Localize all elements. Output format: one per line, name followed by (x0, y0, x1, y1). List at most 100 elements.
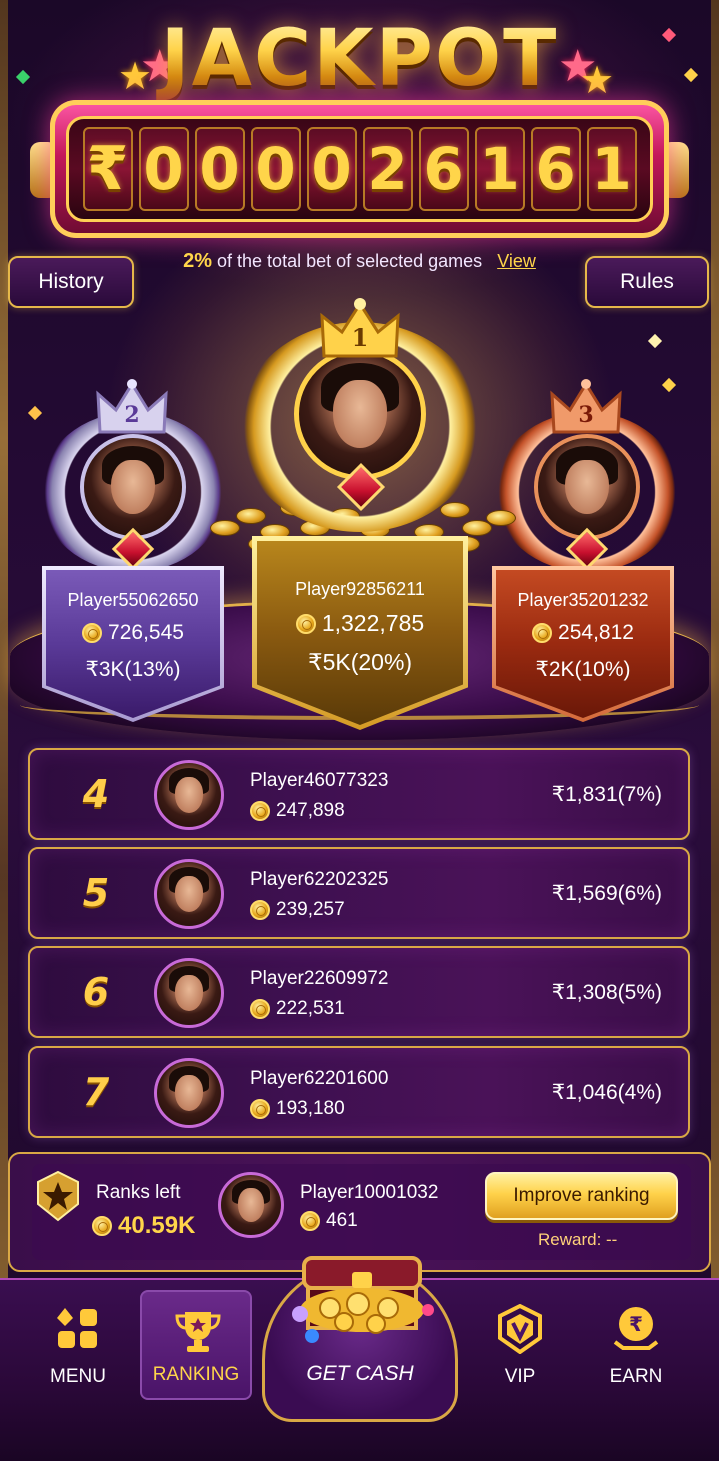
counter-digit: 0 (194, 127, 245, 211)
my-reward-text: Reward: -- (538, 1230, 618, 1249)
player-name: Player92856211 (295, 579, 425, 599)
player-coins: 222,531 (250, 998, 345, 1020)
rank-number: 5 (82, 871, 110, 915)
vip-badge-icon (498, 1304, 542, 1354)
ranks-left-number: 40.59K (118, 1212, 196, 1239)
player-name: Player35201232 (517, 590, 649, 610)
podium-rank-3: 3 (578, 402, 594, 428)
player-coins: 193,180 (250, 1098, 345, 1120)
counter-digit: 0 (306, 127, 357, 211)
avatar (154, 760, 224, 830)
player-reward: ₹3K(13%) (85, 658, 181, 681)
my-avatar (218, 1172, 284, 1238)
coin-icon (250, 1099, 270, 1119)
coin-icon (92, 1216, 112, 1236)
coins-value: 239,257 (276, 899, 345, 920)
podium-rank-2: 2 (124, 402, 140, 428)
avatar (534, 434, 640, 540)
coin-icon (250, 900, 270, 920)
nav-vip-label: VIP (504, 1366, 536, 1387)
rank-number: 7 (82, 1070, 110, 1114)
podium-rank-1: 1 (351, 322, 369, 352)
player-name: Player55062650 (67, 590, 199, 610)
coin-icon (82, 623, 103, 643)
counter-digit: 6 (418, 127, 469, 211)
subtitle-text: of the total bet of selected games (217, 251, 483, 271)
nav-menu-label: MENU (50, 1366, 106, 1387)
get-cash-label[interactable]: GET CASH (262, 1362, 458, 1386)
jackpot-counter: ₹ 0 0 0 0 2 6 1 6 1 (66, 116, 653, 222)
coin-icon (250, 999, 270, 1019)
svg-text:₹: ₹ (629, 1312, 643, 1336)
coins-value: 222,531 (276, 998, 345, 1019)
coins-value: 254,812 (558, 621, 634, 644)
my-coins: 461 (300, 1210, 358, 1232)
ranks-left-value: 40.59K (92, 1212, 195, 1240)
player-name: Player62202325 (250, 869, 389, 890)
ranks-left-label: Ranks left (96, 1182, 181, 1203)
rank-row[interactable]: 5 Player62202325 239,257 ₹1,569(6%) (28, 847, 690, 939)
jackpot-title: JACKPOT (0, 14, 719, 104)
counter-digit: 0 (138, 127, 189, 211)
rules-button[interactable]: Rules (585, 256, 709, 308)
player-coins: 1,322,785 (257, 610, 463, 637)
avatar (154, 958, 224, 1028)
nav-menu[interactable]: MENU (22, 1290, 134, 1400)
coin-icon (300, 1211, 320, 1231)
crown-icon: 3 (548, 376, 624, 438)
player-reward: ₹1,046(4%) (551, 1081, 662, 1104)
my-player-name: Player10001032 (300, 1182, 439, 1203)
improve-ranking-button[interactable]: Improve ranking (485, 1172, 678, 1220)
crown-icon: 2 (94, 376, 170, 438)
counter-currency: ₹ (82, 127, 133, 211)
player-name: Player62201600 (250, 1068, 389, 1089)
player-reward: ₹1,569(6%) (551, 882, 662, 905)
crown-icon: 1 (318, 296, 402, 362)
player-coins: 254,812 (496, 621, 670, 645)
player-coins: 247,898 (250, 800, 345, 822)
player-coins: 726,545 (46, 621, 220, 645)
nav-ranking[interactable]: RANKING (140, 1290, 252, 1400)
avatar (294, 348, 426, 480)
coins-value: 247,898 (276, 800, 345, 821)
rank-number: 6 (82, 970, 110, 1014)
nav-earn[interactable]: ₹ EARN (580, 1290, 692, 1400)
rank-row[interactable]: 6 Player22609972 222,531 ₹1,308(5%) (28, 946, 690, 1038)
avatar (154, 859, 224, 929)
player-name: Player22609972 (250, 968, 389, 989)
treasure-chest-icon[interactable] (282, 1250, 442, 1360)
player-reward: ₹1,308(5%) (551, 981, 662, 1004)
history-button[interactable]: History (8, 256, 134, 308)
player-reward: ₹2K(10%) (535, 658, 631, 681)
counter-digit: 6 (530, 127, 581, 211)
counter-digit: 1 (474, 127, 525, 211)
nav-ranking-label: RANKING (152, 1364, 240, 1385)
coin-icon (295, 613, 316, 634)
coins-value: 726,545 (108, 621, 184, 644)
rank-number: 4 (82, 772, 110, 816)
counter-digit: 2 (362, 127, 413, 211)
avatar (80, 434, 186, 540)
rank-row[interactable]: 4 Player46077323 247,898 ₹1,831(7%) (28, 748, 690, 840)
medal-star-icon (37, 1170, 79, 1222)
jackpot-percentage: 2% (183, 250, 212, 272)
rank-row[interactable]: 7 Player62201600 193,180 ₹1,046(4%) (28, 1046, 690, 1138)
coins-value: 1,322,785 (321, 610, 425, 636)
coins-value: 193,180 (276, 1098, 345, 1119)
right-frame-edge (711, 0, 719, 1461)
player-name: Player46077323 (250, 770, 389, 791)
avatar (154, 1058, 224, 1128)
coin-icon (250, 801, 270, 821)
nav-earn-label: EARN (609, 1366, 663, 1387)
player-reward: ₹5K(20%) (307, 649, 413, 675)
left-frame-edge (0, 0, 8, 1461)
my-coins-value: 461 (326, 1210, 358, 1231)
nav-vip[interactable]: VIP (464, 1290, 576, 1400)
menu-grid-icon (57, 1308, 97, 1348)
counter-digit: 0 (250, 127, 301, 211)
view-link[interactable]: View (497, 251, 536, 271)
counter-digit: 1 (586, 127, 637, 211)
coin-icon (532, 623, 553, 643)
rupee-coin-icon: ₹ (613, 1307, 659, 1350)
trophy-icon (175, 1312, 221, 1352)
